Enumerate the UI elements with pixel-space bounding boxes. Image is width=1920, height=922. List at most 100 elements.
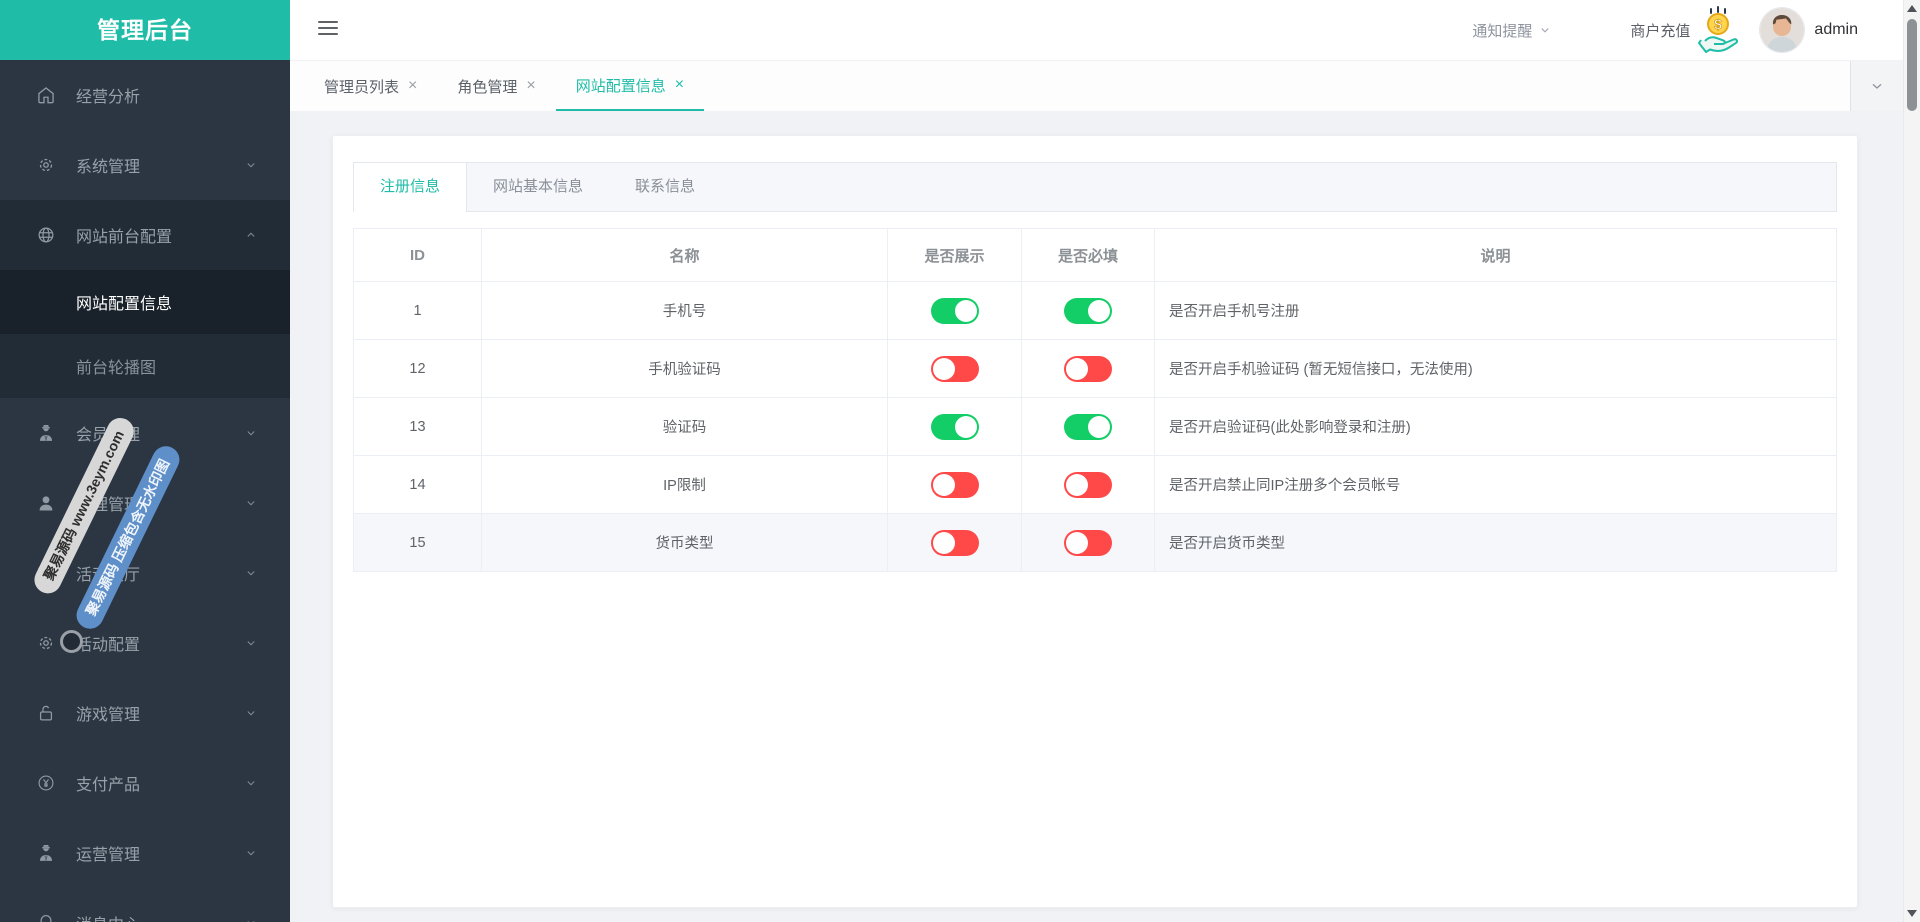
card-tab[interactable]: 联系信息 xyxy=(609,163,721,211)
cell-description: 是否开启手机验证码 (暂无短信接口，无法使用) xyxy=(1155,340,1837,398)
column-header: 名称 xyxy=(482,229,888,282)
chevron-up-icon xyxy=(244,228,258,242)
home-icon xyxy=(36,85,56,105)
username-label[interactable]: admin xyxy=(1814,21,1858,39)
toggle-required[interactable] xyxy=(1064,530,1112,556)
scroll-up-arrow-icon[interactable] xyxy=(1907,5,1917,12)
toggle-show[interactable] xyxy=(931,298,979,324)
card-tabs: 注册信息网站基本信息联系信息 xyxy=(353,162,1837,212)
toggle-required[interactable] xyxy=(1064,414,1112,440)
cell-description: 是否开启手机号注册 xyxy=(1155,282,1837,340)
app-title: 管理后台 xyxy=(0,0,290,60)
user-avatar[interactable] xyxy=(1760,8,1804,52)
cell-name: IP限制 xyxy=(482,456,888,514)
page-tabs: 管理员列表 × 角色管理 × 网站配置信息 × xyxy=(290,61,1903,111)
sidebar-item-label: 经营分析 xyxy=(76,83,140,107)
gear-icon xyxy=(36,155,56,175)
toggle-show[interactable] xyxy=(931,472,979,498)
toggle-knob xyxy=(933,474,955,496)
page-tab-label: 角色管理 xyxy=(457,76,517,97)
sidebar-item-label: 运营管理 xyxy=(76,841,140,865)
chevron-down-icon xyxy=(244,846,258,860)
page-tab-label: 管理员列表 xyxy=(324,76,399,97)
watermark-dot xyxy=(60,630,83,653)
card-tab[interactable]: 注册信息 xyxy=(354,163,467,212)
hamburger-menu-icon[interactable] xyxy=(318,21,338,37)
scroll-down-arrow-icon[interactable] xyxy=(1907,910,1917,917)
column-header: 说明 xyxy=(1155,229,1837,282)
table-row: 15货币类型是否开启货币类型 xyxy=(354,514,1837,572)
sidebar-item-3[interactable]: 网站前台配置 xyxy=(0,200,290,270)
scrollbar-thumb[interactable] xyxy=(1907,19,1917,111)
sidebar-subitem[interactable]: 前台轮播图 xyxy=(0,334,290,398)
chevron-down-icon xyxy=(244,426,258,440)
close-tab-icon[interactable]: × xyxy=(675,77,684,93)
sidebar-item-10[interactable]: 运营管理 xyxy=(0,818,290,888)
scrollbar[interactable] xyxy=(1903,0,1920,922)
cell-id: 13 xyxy=(354,398,482,456)
gear-icon xyxy=(36,633,56,653)
sidebar-item-9[interactable]: 支付产品 xyxy=(0,748,290,818)
tabs-more-button[interactable] xyxy=(1850,61,1903,111)
page-tab[interactable]: 网站配置信息 × xyxy=(556,61,704,111)
sidebar-item-11[interactable]: 消息中心 xyxy=(0,888,290,922)
column-header: 是否展示 xyxy=(888,229,1022,282)
sidebar-subitem[interactable]: 网站配置信息 xyxy=(0,270,290,334)
sidebar-item-1[interactable]: 经营分析 xyxy=(0,60,290,130)
sidebar-item-2[interactable]: 系统管理 xyxy=(0,130,290,200)
topbar: 通知提醒 商户充值 $ xyxy=(290,0,1920,60)
cell-name: 验证码 xyxy=(482,398,888,456)
toggle-show[interactable] xyxy=(931,356,979,382)
admin-backend-screen: 管理后台 经营分析系统管理网站前台配置网站配置信息前台轮播图会员管理代理管理活动… xyxy=(0,0,1920,922)
sidebar-item-label: 活动配置 xyxy=(76,631,140,655)
close-tab-icon[interactable]: × xyxy=(408,78,417,94)
chevron-down-icon xyxy=(244,496,258,510)
sidebar-item-7[interactable]: 活动配置 xyxy=(0,608,290,678)
chevron-down-icon xyxy=(244,776,258,790)
user-tie-icon xyxy=(36,843,56,863)
table-row: 12手机验证码 是否开启手机验证码 (暂无短信接口，无法使用) xyxy=(354,340,1837,398)
sidebar-item-4[interactable]: 会员管理 xyxy=(0,398,290,468)
cell-id: 12 xyxy=(354,340,482,398)
sidebar-group-expanded: 网站前台配置网站配置信息前台轮播图 xyxy=(0,200,290,398)
page-tab-label: 网站配置信息 xyxy=(576,75,666,96)
chevron-down-icon xyxy=(1538,23,1552,37)
card-tab[interactable]: 网站基本信息 xyxy=(467,163,609,211)
toggle-required[interactable] xyxy=(1064,298,1112,324)
sidebar-item-8[interactable]: 游戏管理 xyxy=(0,678,290,748)
cell-description: 是否开启货币类型 xyxy=(1155,514,1837,572)
chevron-down-icon xyxy=(244,158,258,172)
yen-circle-icon xyxy=(36,773,56,793)
toggle-knob xyxy=(1066,532,1088,554)
sidebar-subitem-label: 网站配置信息 xyxy=(76,290,172,314)
config-card: 注册信息网站基本信息联系信息 ID名称是否展示是否必填说明 1手机号是否开启手机… xyxy=(332,135,1858,908)
sidebar-item-label: 游戏管理 xyxy=(76,701,140,725)
close-tab-icon[interactable]: × xyxy=(526,78,535,94)
sidebar-item-label: 消息中心 xyxy=(76,911,140,922)
toggle-required[interactable] xyxy=(1064,356,1112,382)
toggle-knob xyxy=(933,532,955,554)
notice-label: 通知提醒 xyxy=(1472,20,1532,41)
config-table: ID名称是否展示是否必填说明 1手机号是否开启手机号注册12手机验证码是否开启手… xyxy=(353,228,1837,572)
coin-hand-icon: $ xyxy=(1698,6,1738,54)
page-tabs-strip: 管理员列表 × 角色管理 × 网站配置信息 × xyxy=(290,60,1903,112)
cell-id: 1 xyxy=(354,282,482,340)
toggle-show[interactable] xyxy=(931,530,979,556)
table-row: 14IP限制是否开启禁止同IP注册多个会员帐号 xyxy=(354,456,1837,514)
cell-name: 手机号 xyxy=(482,282,888,340)
toggle-knob xyxy=(955,416,977,438)
sidebar-subitem-label: 前台轮播图 xyxy=(76,354,156,378)
notice-dropdown[interactable]: 通知提醒 xyxy=(1472,20,1552,41)
toggle-show[interactable] xyxy=(931,414,979,440)
merchant-recharge-button[interactable]: 商户充值 $ xyxy=(1630,6,1738,54)
toggle-required[interactable] xyxy=(1064,472,1112,498)
chevron-down-icon xyxy=(244,566,258,580)
page-tab[interactable]: 管理员列表 × xyxy=(304,61,437,111)
table-row: 13验证码是否开启验证码(此处影响登录和注册) xyxy=(354,398,1837,456)
page-tab[interactable]: 角色管理 × xyxy=(437,61,555,111)
sidebar-item-label: 网站前台配置 xyxy=(76,223,172,247)
toggle-knob xyxy=(1066,358,1088,380)
avatar-image xyxy=(1760,8,1804,52)
toggle-knob xyxy=(1088,300,1110,322)
cell-name: 手机验证码 xyxy=(482,340,888,398)
